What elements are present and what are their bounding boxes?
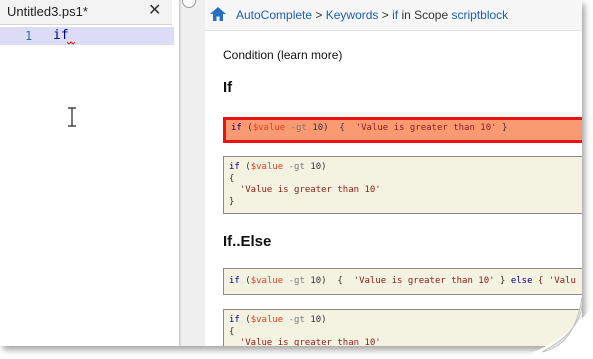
breadcrumb-autocomplete-link[interactable]: AutoComplete — [236, 8, 312, 22]
code-example-multiline[interactable]: if ($value -gt 10) { 'Value is greater t… — [223, 309, 582, 346]
breadcrumb-scriptblock-link[interactable]: scriptblock — [451, 8, 508, 22]
line-number: 1 — [25, 29, 33, 43]
code-line: { — [229, 327, 235, 337]
code-line: if ($value -gt 10) { 'Value is greater t… — [231, 123, 508, 133]
code-line: if ($value -gt 10) — [229, 162, 327, 172]
breadcrumb-keywords-link[interactable]: Keywords — [326, 8, 379, 22]
script-editor-pane: Untitled3.ps1* ✕ 1 if — [0, 0, 180, 346]
breadcrumb: AutoComplete > Keywords > if in Scope sc… — [236, 8, 508, 22]
section-heading-if: If — [223, 79, 233, 96]
pane-splitter[interactable] — [180, 0, 206, 346]
help-pane: AutoComplete > Keywords > if in Scope sc… — [205, 0, 582, 346]
condition-label[interactable]: Condition (learn more) — [223, 48, 342, 62]
code-line: 'Value is greater than 10' — [229, 185, 381, 195]
close-icon[interactable]: ✕ — [148, 2, 161, 20]
breadcrumb-bar: AutoComplete > Keywords > if in Scope sc… — [205, 0, 582, 31]
code-line: 'Value is greater than 10' — [229, 338, 381, 346]
code-line: { — [229, 174, 235, 184]
code-line: } — [229, 197, 235, 207]
window-frame: Untitled3.ps1* ✕ 1 if AutoComplete > Key… — [0, 0, 582, 346]
splitter-handle[interactable] — [182, 0, 196, 8]
home-icon[interactable] — [210, 7, 226, 21]
section-heading-if-else: If..Else — [223, 233, 272, 250]
current-line[interactable]: 1 if — [0, 27, 174, 45]
editor-tab[interactable]: Untitled3.ps1* ✕ — [0, 0, 172, 25]
code-line: if ($value -gt 10) { 'Value is greater t… — [229, 276, 576, 286]
tab-title: Untitled3.ps1* — [7, 4, 88, 19]
error-squiggle-icon — [67, 41, 76, 45]
page-curl-decoration — [532, 292, 593, 359]
breadcrumb-separator: > — [312, 8, 326, 22]
text-cursor-icon — [68, 107, 76, 127]
code-line: if ($value -gt 10) — [229, 315, 327, 325]
code-example-oneline-selected[interactable]: if ($value -gt 10) { 'Value is greater t… — [223, 117, 582, 143]
breadcrumb-separator: > — [378, 8, 393, 22]
code-example-oneline[interactable]: if ($value -gt 10) { 'Value is greater t… — [223, 268, 582, 295]
code-example-multiline[interactable]: if ($value -gt 10) { 'Value is greater t… — [223, 156, 582, 214]
breadcrumb-scope-text: in Scope — [398, 8, 452, 22]
